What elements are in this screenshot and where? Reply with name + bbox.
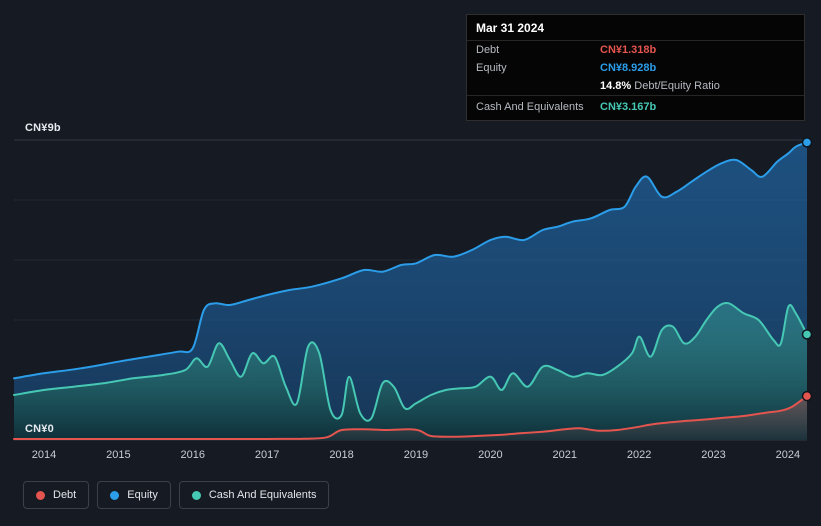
x-axis: 2014 2015 2016 2017 2018 2019 2020 2021 2022 2023… [24,449,808,461]
tooltip-ratio-row: 14.8% Debt/Equity Ratio [467,77,804,95]
legend-item-cash-and-equivalents[interactable]: Cash And Equivalents [178,481,330,509]
x-tick-label: 2024 [775,449,801,461]
legend-item-label: Cash And Equivalents [208,489,317,501]
chart-tooltip: Mar 31 2024 Debt CN¥1.318b Equity CN¥8.9… [466,14,805,121]
legend: Debt Equity Cash And Equivalents [23,481,330,509]
cash-and-equivalents-legend-dot-icon [191,490,201,500]
equity-endpoint-marker [801,137,813,148]
legend-item-equity[interactable]: Equity [97,481,171,509]
x-tick-label: 2019 [403,449,429,461]
x-tick-label: 2022 [626,449,652,461]
cash-and-equivalents-endpoint-marker [801,329,813,340]
x-tick-label: 2018 [329,449,354,461]
chart-panel: CN¥9b CN¥0 2014 2015 2016 2017 2018 2019 2020 2… [0,0,821,526]
x-tick-label: 2015 [106,449,131,461]
legend-item-label: Equity [127,489,158,501]
tooltip-ratio-label: Debt/Equity Ratio [634,80,720,92]
x-tick-label: 2020 [478,449,503,461]
tooltip-debt-label: Debt [476,44,500,56]
tooltip-debt-row: Debt CN¥1.318b [467,41,804,59]
tooltip-equity-value: CN¥8.928b [600,62,657,74]
equity-legend-dot-icon [110,490,120,500]
x-tick-label: 2014 [31,449,57,461]
tooltip-equity-label: Equity [476,62,507,74]
y-axis-label-min: CN¥0 [25,423,54,435]
tooltip-cash-row: Cash And Equivalents CN¥3.167b [467,95,804,120]
tooltip-equity-row: Equity CN¥8.928b [467,59,804,77]
y-axis-label-max: CN¥9b [25,122,61,134]
x-tick-label: 2017 [254,449,280,461]
tooltip-ratio-value: 14.8% [600,80,632,92]
tooltip-date: Mar 31 2024 [467,15,804,41]
debt-endpoint-marker [801,390,813,402]
x-tick-label: 2023 [701,449,726,461]
tooltip-cash-value: CN¥3.167b [600,101,657,113]
legend-item-debt[interactable]: Debt [23,481,90,509]
debt-legend-dot-icon [36,490,45,500]
tooltip-debt-value: CN¥1.318b [600,44,657,56]
x-tick-label: 2016 [180,449,206,461]
x-tick-label: 2021 [552,449,577,461]
legend-item-label: Debt [53,489,77,501]
tooltip-cash-label: Cash And Equivalents [476,101,584,113]
